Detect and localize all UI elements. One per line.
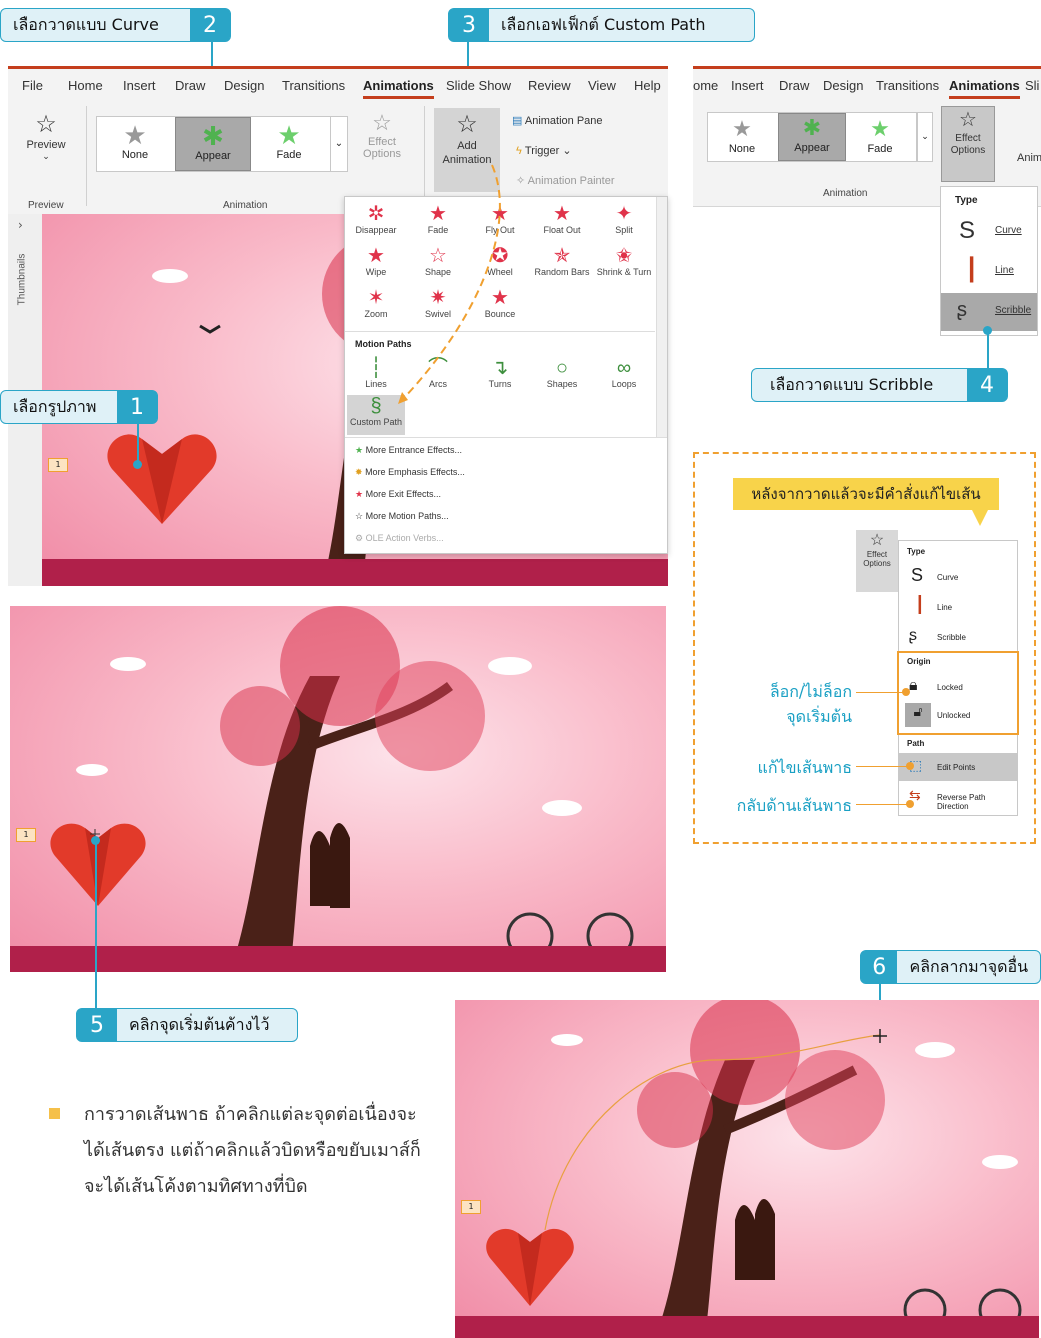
callout-4-number: 4 bbox=[967, 369, 1007, 401]
callout-5-number: 5 bbox=[77, 1009, 117, 1041]
line-icon: ┃ bbox=[965, 257, 979, 282]
panel-banner: หลังจากวาดแล้วจะมีคำสั่งแก้ไขเส้น bbox=[733, 478, 999, 510]
panel-type-head: Type bbox=[907, 547, 926, 556]
animation-gallery-2: ★ None ✱ Appear ★ Fade bbox=[707, 112, 917, 162]
callout-1-label: เลือกรูปภาพ bbox=[13, 396, 97, 416]
instruction-text: การวาดเส้นพาธ ถ้าคลิกแต่ละจุดต่อเนื่องจะ… bbox=[84, 1104, 421, 1197]
slide-step5-art bbox=[10, 606, 666, 972]
panel-type-curve[interactable]: S Curve bbox=[899, 563, 1017, 591]
callout-4-label: เลือกวาดแบบ Scribble bbox=[770, 374, 934, 394]
anno-edit: แก้ไขเส้นพาธ bbox=[757, 758, 852, 777]
slide-step6[interactable]: 1 bbox=[455, 1000, 1039, 1338]
panel-origin-head: Origin bbox=[907, 657, 931, 666]
tab2-animations[interactable]: Animations bbox=[949, 78, 1020, 99]
effect-options-icon-2: ☆ bbox=[959, 109, 977, 131]
type-curve[interactable]: S Curve bbox=[941, 213, 1037, 251]
effect-options-button-2[interactable]: ☆ Effect Options bbox=[941, 106, 995, 182]
panel-effect-options[interactable]: ☆ Effect Options bbox=[856, 530, 898, 592]
callout-5: 5 คลิกจุดเริ่มต้นค้างไว้ bbox=[76, 1008, 298, 1042]
callout-4: เลือกวาดแบบ Scribble 4 bbox=[751, 368, 1008, 402]
tab2-design[interactable]: Design bbox=[823, 78, 863, 93]
path-reverse-direction[interactable]: ⇆ Reverse Path Direction bbox=[899, 783, 1017, 811]
effect-options-full-menu: Type S Curve ┃ Line ʂ Scribble Origin 🔒︎ Loc… bbox=[897, 540, 1019, 816]
slide-step6-art bbox=[455, 1000, 1039, 1338]
gallery2-none[interactable]: ★ None bbox=[712, 115, 772, 155]
gallery2-fade[interactable]: ★ Fade bbox=[850, 115, 910, 155]
fade2-star-icon: ★ bbox=[870, 116, 890, 141]
tab2-insert[interactable]: Insert bbox=[731, 78, 764, 93]
panel-type-line[interactable]: ┃ Line bbox=[899, 593, 1017, 621]
callout-6-number: 6 bbox=[861, 951, 898, 983]
anno-lock-line1: ล็อก/ไม่ล็อก bbox=[769, 682, 852, 701]
add-animation-partial[interactable]: Anim bbox=[1017, 152, 1041, 164]
callout-5-label: คลิกจุดเริ่มต้นค้างไว้ bbox=[129, 1014, 270, 1034]
tab2-transitions[interactable]: Transitions bbox=[876, 78, 939, 93]
none2-star-icon: ★ bbox=[732, 116, 752, 141]
scribble-icon: ʂ bbox=[957, 299, 967, 321]
panel-line-icon: ┃ bbox=[915, 597, 925, 614]
callout-6: 6 คลิกลากมาจุดอื่น bbox=[860, 950, 1041, 984]
curve-icon: S bbox=[959, 217, 976, 244]
callout-6-label: คลิกลากมาจุดอื่น bbox=[909, 956, 1028, 976]
panel-curve-icon: S bbox=[911, 565, 924, 585]
panel-path-head: Path bbox=[907, 739, 925, 748]
callout-1: เลือกรูปภาพ 1 bbox=[0, 390, 158, 424]
anno-reverse: กลับด้านเส้นพาธ bbox=[736, 796, 852, 815]
anno-lock: ล็อก/ไม่ล็อก จุดเริ่มต้น bbox=[720, 680, 852, 730]
panel-type-scribble[interactable]: ʂ Scribble bbox=[899, 623, 1017, 651]
tab2-slideshow[interactable]: Sli bbox=[1025, 78, 1039, 93]
path-edit-points[interactable]: ⬚ Edit Points bbox=[899, 753, 1017, 781]
bullet-marker bbox=[49, 1108, 60, 1119]
menu-type-header: Type bbox=[955, 195, 978, 206]
tab2-home[interactable]: ome bbox=[693, 78, 718, 93]
appear2-star-icon: ✱ bbox=[802, 115, 822, 140]
effect-type-menu: Type S Curve ┃ Line ʂ Scribble bbox=[940, 186, 1038, 336]
slide3-tag: 1 bbox=[461, 1200, 481, 1214]
gallery2-more[interactable]: ⌄ bbox=[917, 112, 933, 162]
type-line[interactable]: ┃ Line bbox=[941, 253, 1037, 291]
lock-icon: 🔒︎ bbox=[909, 677, 918, 694]
gallery2-appear[interactable]: ✱ Appear bbox=[778, 113, 846, 161]
panel-scribble-icon: ʂ bbox=[909, 627, 917, 644]
animation-group-label-2: Animation bbox=[823, 188, 868, 199]
origin-unlocked[interactable]: 🔓︎ Unlocked bbox=[905, 703, 1011, 727]
unlock-icon: 🔓︎ bbox=[905, 703, 931, 727]
slide2-tag: 1 bbox=[16, 828, 36, 842]
callout-1-number: 1 bbox=[117, 391, 157, 423]
anno-lock-line2: จุดเริ่มต้น bbox=[786, 707, 852, 726]
panel-effect-icon: ☆ bbox=[869, 532, 885, 549]
slide-step5[interactable]: 1 bbox=[10, 606, 666, 972]
tab2-draw[interactable]: Draw bbox=[779, 78, 809, 93]
origin-locked[interactable]: 🔒︎ Locked bbox=[899, 673, 1017, 701]
